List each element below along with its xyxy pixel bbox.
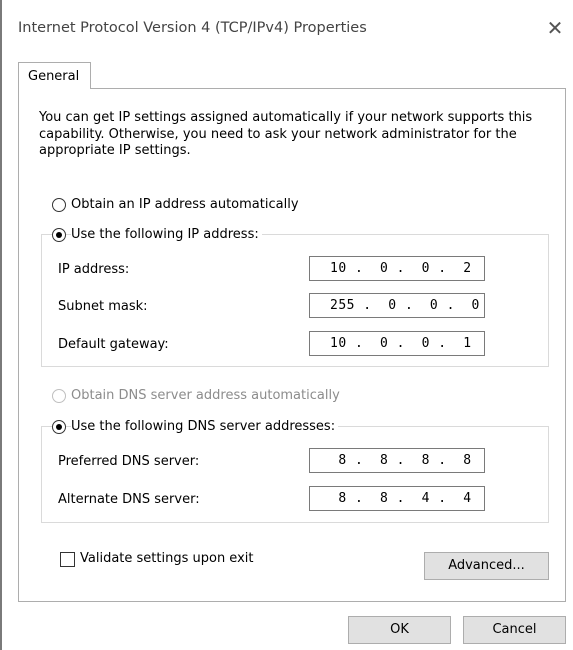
preferred-dns-label: Preferred DNS server: (58, 454, 200, 469)
tab-general[interactable]: General (18, 62, 91, 89)
obtain-ip-auto-label: Obtain an IP address automatically (71, 197, 302, 212)
subnet-mask-field[interactable]: 255 . 0 . 0 . 0 (309, 293, 485, 318)
preferred-dns-field[interactable]: 8 . 8 . 8 . 8 (309, 448, 485, 473)
tab-general-label: General (28, 69, 80, 84)
cancel-button[interactable]: Cancel (463, 616, 566, 644)
obtain-dns-auto-label: Obtain DNS server address automatically (71, 388, 343, 403)
window-left-border (0, 0, 2, 650)
subnet-mask-label: Subnet mask: (58, 299, 148, 314)
ip-address-field[interactable]: 10 . 0 . 0 . 2 (309, 256, 485, 281)
use-following-ip-label: Use the following IP address: (71, 227, 262, 242)
default-gateway-field[interactable]: 10 . 0 . 0 . 1 (309, 331, 485, 356)
obtain-dns-auto-radio (52, 389, 66, 403)
intro-text: You can get IP settings assigned automat… (39, 110, 533, 158)
validate-settings-checkbox[interactable] (60, 552, 75, 567)
alternate-dns-field[interactable]: 8 . 8 . 4 . 4 (309, 486, 485, 511)
advanced-button[interactable]: Advanced... (424, 552, 549, 580)
use-following-dns-radio[interactable] (52, 420, 66, 434)
use-following-ip-radio[interactable] (52, 228, 66, 242)
obtain-ip-auto-radio[interactable] (52, 198, 66, 212)
alternate-dns-label: Alternate DNS server: (58, 492, 200, 507)
ok-button[interactable]: OK (348, 616, 451, 644)
ip-address-label: IP address: (58, 262, 130, 277)
use-following-dns-label: Use the following DNS server addresses: (71, 419, 339, 434)
validate-settings-label: Validate settings upon exit (80, 551, 254, 566)
default-gateway-label: Default gateway: (58, 337, 169, 352)
close-icon[interactable]: ✕ (539, 12, 571, 44)
window-title: Internet Protocol Version 4 (TCP/IPv4) P… (18, 20, 367, 36)
